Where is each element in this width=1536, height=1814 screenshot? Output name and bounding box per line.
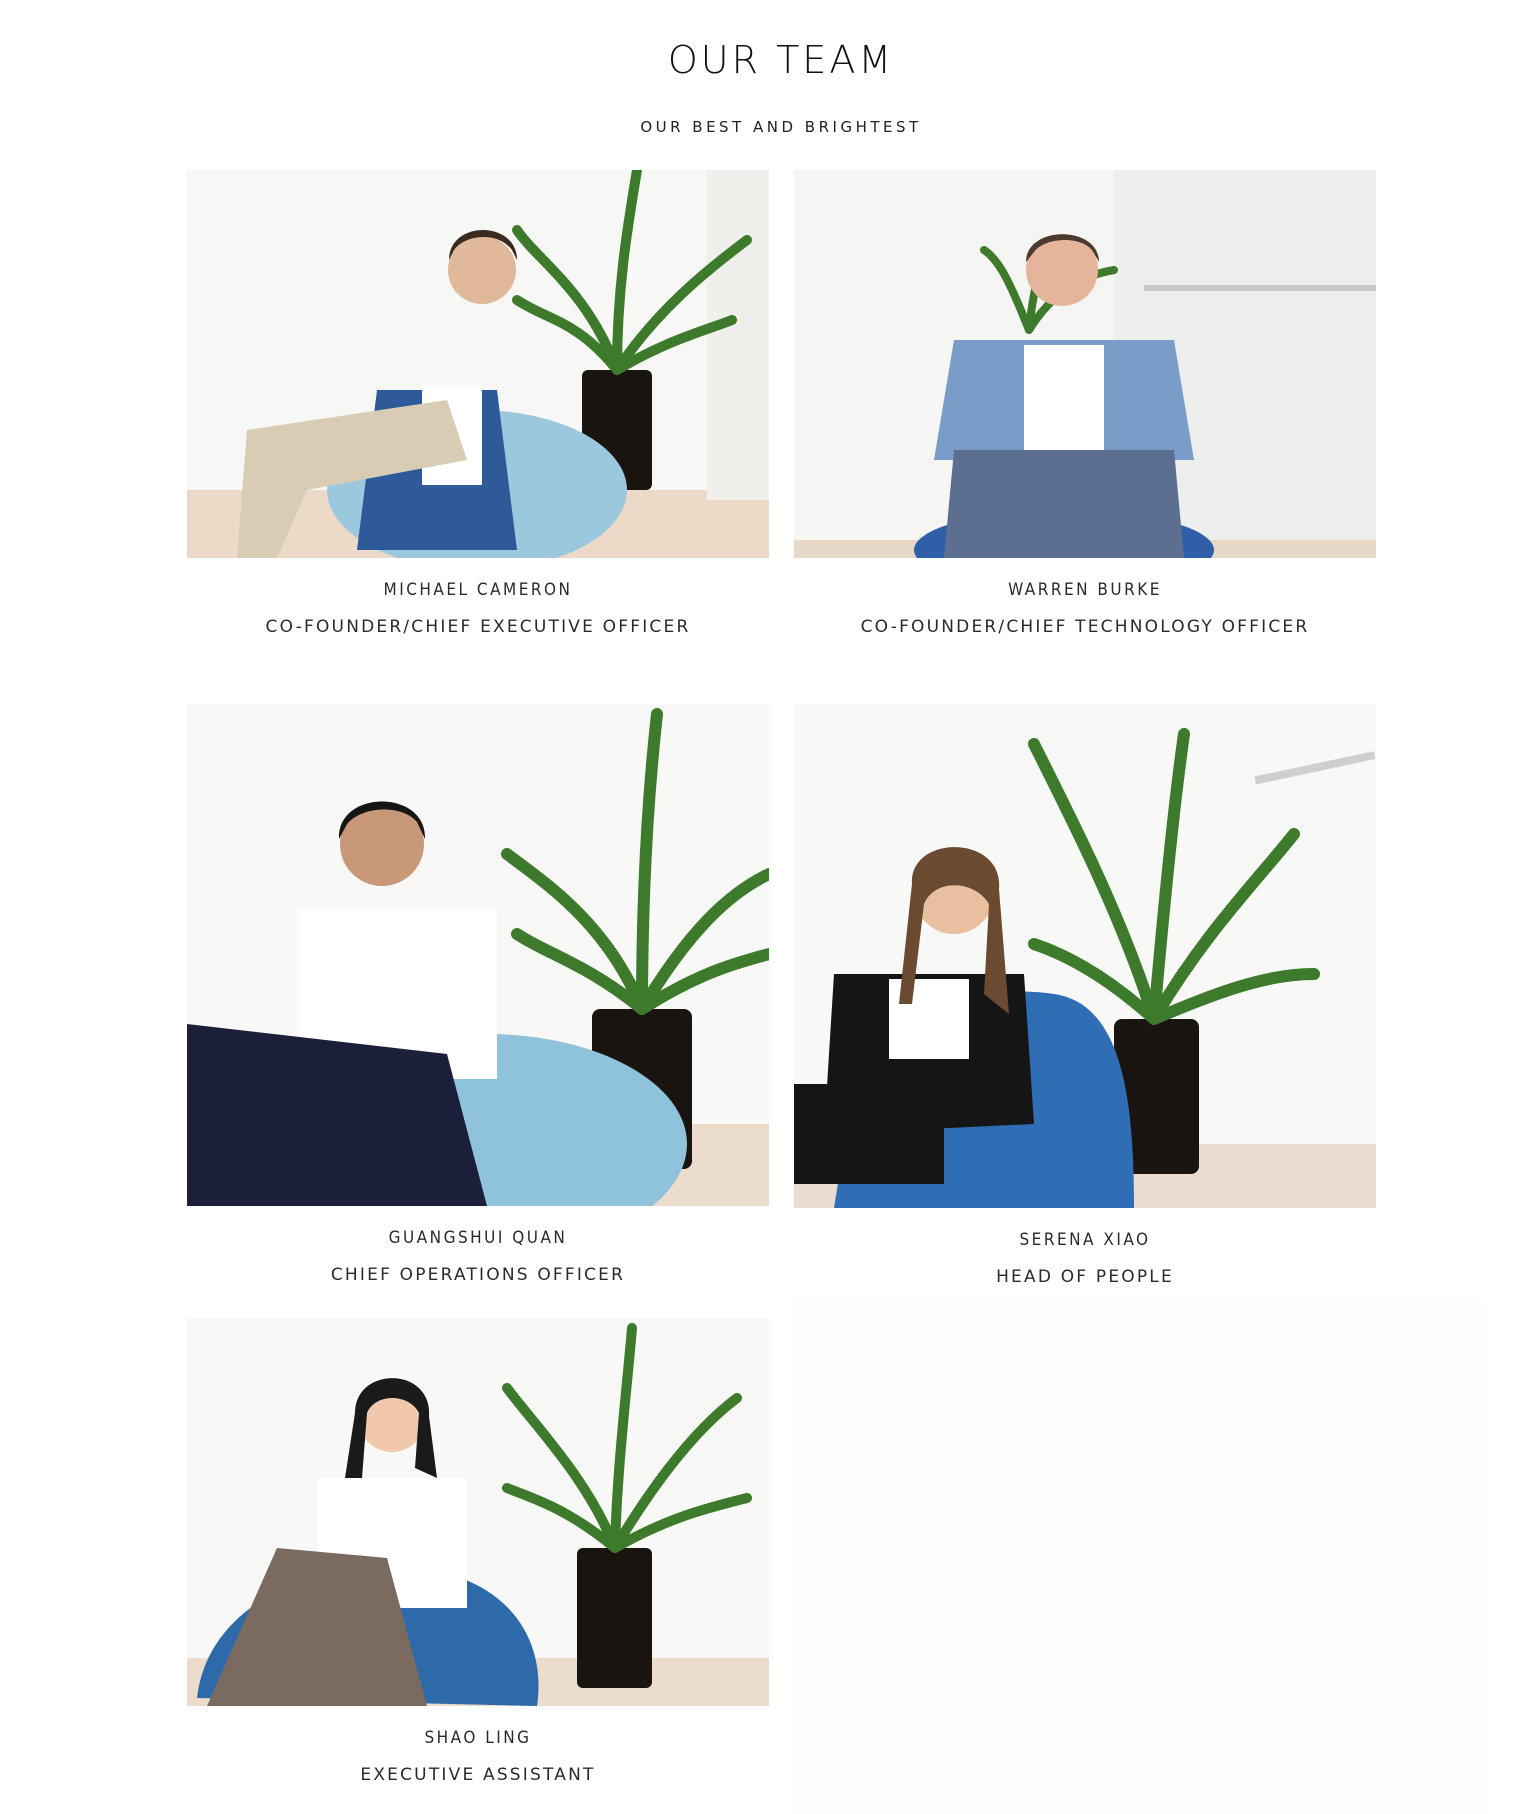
member-role: CHIEF OPERATIONS OFFICER xyxy=(330,1265,626,1285)
portrait-image xyxy=(187,704,769,1206)
page-subtitle: OUR BEST AND BRIGHTEST xyxy=(640,118,922,136)
member-role: CO-FOUNDER/CHIEF EXECUTIVE OFFICER xyxy=(265,617,691,637)
page-title: OUR TEAM xyxy=(667,38,895,82)
portrait-image xyxy=(187,1318,769,1706)
member-name: WARREN BURKE xyxy=(1008,580,1162,600)
member-role: HEAD OF PEOPLE xyxy=(996,1267,1174,1287)
team-member-card: GUANGSHUI QUAN CHIEF OPERATIONS OFFICER xyxy=(187,704,769,1285)
team-member-card: MICHAEL CAMERON CO-FOUNDER/CHIEF EXECUTI… xyxy=(187,170,769,637)
member-name: SERENA XIAO xyxy=(1019,1230,1151,1250)
portrait-image xyxy=(794,170,1376,558)
member-photo xyxy=(187,170,769,558)
portrait-image xyxy=(187,170,769,558)
team-member-card: SHAO LING EXECUTIVE ASSISTANT xyxy=(187,1318,769,1785)
member-role: CO-FOUNDER/CHIEF TECHNOLOGY OFFICER xyxy=(860,617,1310,637)
member-photo xyxy=(794,704,1376,1208)
member-photo xyxy=(187,704,769,1206)
portrait-image xyxy=(794,704,1376,1208)
member-photo xyxy=(187,1318,769,1706)
member-role: EXECUTIVE ASSISTANT xyxy=(360,1765,596,1785)
member-photo xyxy=(794,170,1376,558)
team-member-card: WARREN BURKE CO-FOUNDER/CHIEF TECHNOLOGY… xyxy=(794,170,1376,637)
member-name: MICHAEL CAMERON xyxy=(383,580,573,600)
member-name: GUANGSHUI QUAN xyxy=(388,1228,568,1248)
team-member-card: SERENA XIAO HEAD OF PEOPLE xyxy=(794,704,1376,1287)
member-name: SHAO LING xyxy=(424,1728,532,1748)
empty-grid-slot xyxy=(792,1302,1482,1814)
